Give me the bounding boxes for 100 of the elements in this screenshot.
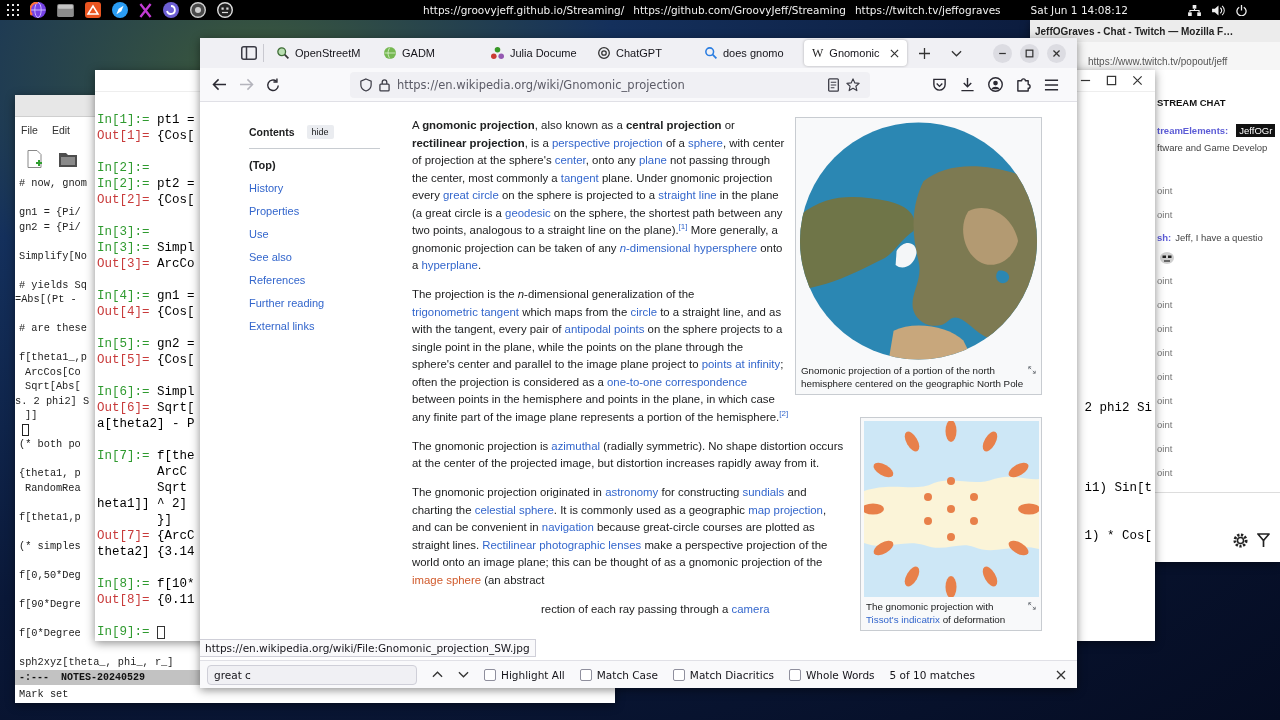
article-link[interactable]: sundials xyxy=(742,486,785,498)
close-icon[interactable] xyxy=(1056,669,1066,680)
close-icon[interactable] xyxy=(890,48,899,58)
citation-link[interactable]: [1] xyxy=(678,222,688,232)
browser-tab[interactable]: W Gnomonic xyxy=(804,40,907,66)
expand-icon[interactable] xyxy=(1028,366,1036,374)
chevron-down-icon[interactable] xyxy=(951,49,962,57)
article-link[interactable]: one-to-one correspondence xyxy=(607,375,747,388)
browser-tab[interactable]: Julia Docume xyxy=(483,40,586,66)
reload-icon[interactable] xyxy=(266,77,280,92)
clock[interactable]: Sat Jun 1 14:08:12 xyxy=(1030,4,1129,16)
address-field[interactable]: https://en.wikipedia.org/wiki/Gnomonic_projection xyxy=(350,71,870,98)
bookmark-link[interactable]: https://twitch.tv/jeffograves xyxy=(854,4,1001,16)
article-link[interactable]: Rectilinear photographic lenses xyxy=(482,538,642,551)
plus-icon[interactable] xyxy=(919,47,930,59)
checkbox-label[interactable]: Whole Words xyxy=(805,668,875,681)
article-link[interactable]: antipodal points xyxy=(564,323,645,335)
bookmark-link[interactable]: https://groovyjeff.github.io/Streaming/ xyxy=(423,4,625,16)
find-field[interactable]: great c xyxy=(207,664,417,685)
funnel-icon[interactable] xyxy=(1257,533,1270,548)
checkbox[interactable] xyxy=(788,668,801,681)
chevron-down-icon[interactable] xyxy=(458,671,469,678)
citation-link[interactable]: [2] xyxy=(779,408,789,418)
power-icon[interactable] xyxy=(1236,4,1247,16)
article-link[interactable]: image sphere xyxy=(412,573,482,586)
article-link[interactable]: navigation xyxy=(541,521,594,533)
checkbox-label[interactable]: Match Diacritics xyxy=(689,668,774,681)
contents-link[interactable]: References xyxy=(249,273,306,286)
article-link[interactable]: tangent xyxy=(560,171,599,184)
speaker-icon[interactable] xyxy=(1212,4,1225,16)
back-arrow-icon[interactable] xyxy=(212,78,227,91)
globe-icon[interactable] xyxy=(30,2,46,18)
chat-username[interactable]: treamElements: xyxy=(1157,125,1229,136)
menu-item[interactable]: File xyxy=(21,124,38,136)
checkbox-label[interactable]: Highlight All xyxy=(501,668,565,681)
article-link[interactable]: geodesic xyxy=(505,206,551,219)
compass-icon[interactable] xyxy=(112,2,128,18)
network-icon[interactable] xyxy=(1188,4,1201,16)
article-link[interactable]: trigonometric tangent xyxy=(412,305,519,318)
download-icon[interactable] xyxy=(960,77,975,92)
browser-tab[interactable]: does gnomo xyxy=(697,40,800,66)
circular-map-drawing[interactable] xyxy=(799,121,1038,361)
bookmark-link[interactable]: https://github.com/GroovyJeff/Streaming xyxy=(633,4,846,16)
app-grid-icon[interactable] xyxy=(7,4,19,16)
contents-link[interactable]: (Top) xyxy=(249,158,276,171)
checkbox[interactable] xyxy=(579,668,592,681)
article-link[interactable]: camera xyxy=(731,602,770,615)
robot-icon[interactable] xyxy=(217,2,233,18)
hide-button[interactable]: hide xyxy=(306,125,334,139)
article-link[interactable]: astronomy xyxy=(605,486,659,498)
inbox-icon[interactable] xyxy=(932,77,947,92)
contents-link[interactable]: Further reading xyxy=(249,296,325,309)
checkbox-label[interactable]: Match Case xyxy=(596,668,658,681)
sidebar-icon[interactable] xyxy=(241,46,257,60)
bookmark-star-icon[interactable] xyxy=(846,77,860,92)
menu-item[interactable]: Edit xyxy=(51,124,70,136)
lock-icon[interactable] xyxy=(379,77,390,92)
checkbox[interactable] xyxy=(672,668,685,681)
menu-icon[interactable] xyxy=(1044,78,1059,91)
contents-link[interactable]: Properties xyxy=(249,204,300,217)
close-icon[interactable] xyxy=(1132,75,1143,86)
article-link[interactable]: center xyxy=(554,154,586,166)
article-link[interactable]: sphere xyxy=(688,136,723,149)
article-link[interactable]: n-dimensional hypersphere xyxy=(619,241,758,254)
article-link[interactable]: plane xyxy=(639,154,667,166)
new-file-icon[interactable] xyxy=(27,149,43,168)
article-link[interactable]: circle xyxy=(630,305,658,318)
chevron-up-icon[interactable] xyxy=(432,671,443,678)
browser-tab[interactable]: GADM xyxy=(376,40,479,66)
expand-icon[interactable] xyxy=(1028,602,1036,610)
folder-icon[interactable] xyxy=(59,150,77,167)
article-link[interactable]: azimuthal xyxy=(551,439,601,452)
swirl-icon[interactable] xyxy=(163,2,179,18)
close-icon[interactable] xyxy=(1047,43,1066,63)
cross-icon[interactable] xyxy=(139,2,152,18)
article-link[interactable]: straight line xyxy=(658,189,717,201)
settings-icon[interactable] xyxy=(1233,533,1248,548)
article-link[interactable]: hyperplane xyxy=(421,259,478,271)
account-icon[interactable] xyxy=(988,77,1003,92)
puzzle-icon[interactable] xyxy=(1016,77,1031,92)
ring-icon[interactable] xyxy=(190,2,206,18)
browser-tab[interactable]: OpenStreetM xyxy=(269,40,372,66)
contents-link[interactable]: See also xyxy=(249,250,292,263)
contents-link[interactable]: External links xyxy=(249,319,315,332)
checkbox[interactable] xyxy=(484,668,496,681)
shield-icon[interactable] xyxy=(360,77,372,92)
article-link[interactable]: perspective projection xyxy=(551,136,663,149)
article-link[interactable]: map projection xyxy=(748,503,823,516)
contents-link[interactable]: Use xyxy=(249,227,269,240)
reader-view-icon[interactable] xyxy=(828,77,839,92)
article-link[interactable]: celestial sphere xyxy=(474,503,554,516)
article-link[interactable]: great circle xyxy=(443,189,499,201)
drawer-icon[interactable] xyxy=(57,3,74,17)
maximize-icon[interactable] xyxy=(1020,43,1039,63)
chat-username[interactable]: sh: xyxy=(1157,231,1172,243)
maximize-icon[interactable] xyxy=(1106,75,1117,86)
triangle-tile-icon[interactable] xyxy=(85,2,101,18)
browser-tab[interactable]: ChatGPT xyxy=(590,40,693,66)
contents-link[interactable]: History xyxy=(249,181,284,194)
article-link[interactable]: Tissot's indicatrix xyxy=(866,614,940,625)
